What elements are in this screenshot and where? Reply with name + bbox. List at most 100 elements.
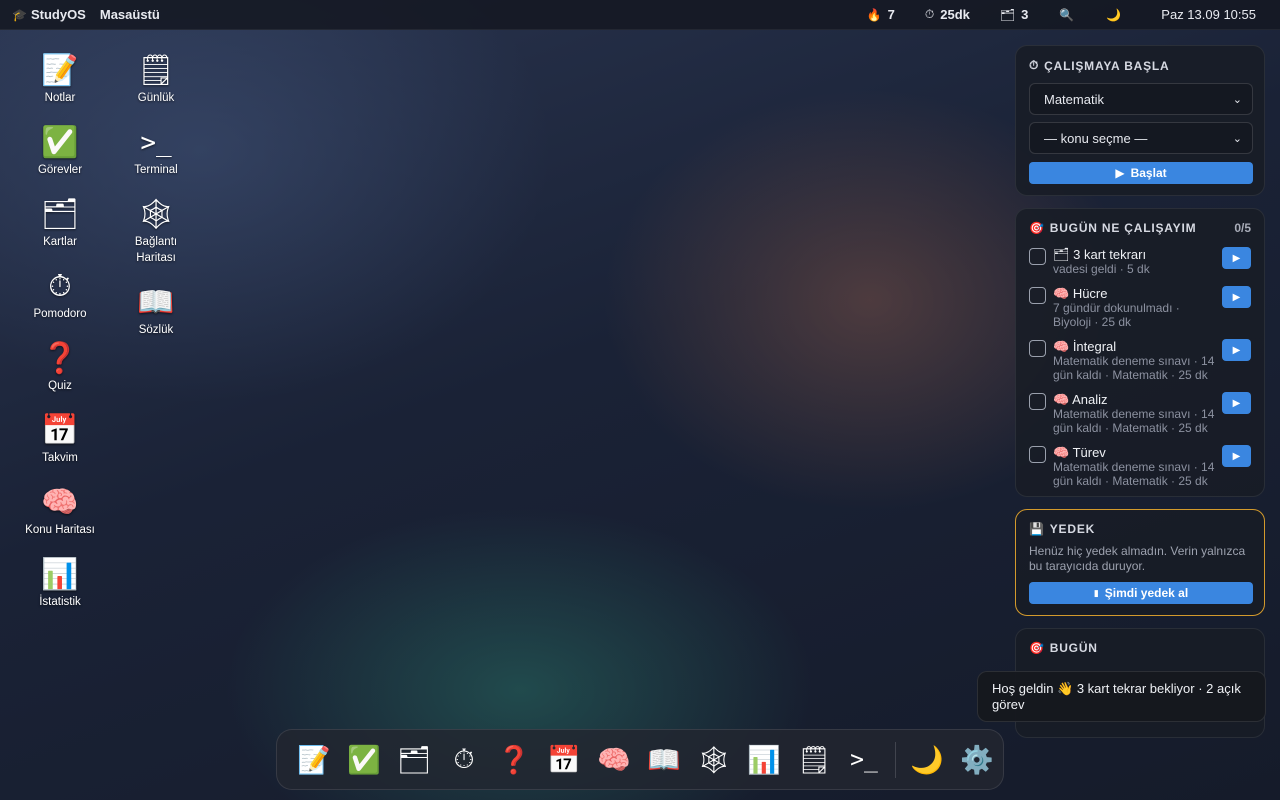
bar-chart-icon: 📊 [41, 558, 79, 591]
start-study-panel: ⏱ ÇALIŞMAYA BAŞLA Matematik ⌄ — konu seç… [1015, 45, 1265, 196]
desktop-icon-notes[interactable]: 📝 Notlar [12, 52, 108, 106]
question-mark-icon: ❓ [41, 342, 79, 375]
brain-icon: 🧠 [1053, 445, 1070, 460]
dock-pomodoro[interactable]: ⏱ [439, 735, 489, 785]
stopwatch-icon: ⏱ [924, 7, 935, 21]
desktop-icon-topic-map[interactable]: 🧠 Konu Haritası [12, 484, 108, 538]
dock-dictionary[interactable]: 📖 [639, 735, 689, 785]
spider-web-icon: 🕸 [136, 198, 176, 231]
dock-statistics[interactable]: 📊 [739, 735, 789, 785]
task-name: Analiz [1072, 392, 1108, 407]
task-name: İntegral [1072, 339, 1117, 354]
moon-icon: 🌙 [1106, 7, 1122, 22]
calendar-icon: 📅 [41, 414, 79, 447]
desktop-icon-label: Terminal [134, 164, 178, 176]
dock-calendar[interactable]: 📅 [539, 735, 589, 785]
topic-select[interactable]: — konu seçme — ⌄ [1029, 122, 1253, 154]
brain-icon: 🧠 [41, 486, 79, 519]
task-checkbox[interactable] [1029, 287, 1046, 304]
chevron-down-icon: ⌄ [1232, 93, 1242, 106]
desktop-icon-tasks[interactable]: ✅ Görevler [12, 124, 108, 178]
card-index-icon: 🗂 [1053, 247, 1070, 262]
play-icon: ▶ [1115, 166, 1125, 180]
brand-label: StudyOS [30, 7, 86, 22]
backup-panel: 💾 YEDEK Henüz hiç yedek almadın. Verin y… [1015, 509, 1265, 616]
welcome-toast[interactable]: Hoş geldin 👋 3 kart tekrar bekliyor · 2 … [977, 671, 1266, 722]
dock-tasks[interactable]: ✅ [339, 735, 389, 785]
dock-separator [895, 741, 896, 778]
dock-journal[interactable]: 🗒 [789, 735, 839, 785]
card-index-icon: 🗂 [40, 198, 80, 231]
task-play-button[interactable]: ▶ [1222, 286, 1251, 308]
dock-theme-toggle[interactable]: 🌙 [902, 735, 952, 785]
subject-value: Matematik [1044, 91, 1104, 107]
stopwatch-icon: ⏱ [48, 270, 72, 303]
dock-terminal[interactable]: >_ [839, 735, 889, 785]
download-icon: ▮ [1093, 587, 1099, 598]
desktop-icon-terminal[interactable]: >_ Terminal [108, 124, 204, 178]
desktop-icon-dictionary[interactable]: 📖 Sözlük [108, 284, 204, 338]
clock: Paz 13.09 10:55 [1161, 7, 1256, 22]
task-play-button[interactable]: ▶ [1222, 445, 1251, 467]
start-button[interactable]: ▶ Başlat [1029, 162, 1253, 184]
task-checkbox[interactable] [1029, 248, 1046, 265]
search-icon: 🔍 [1059, 7, 1075, 22]
desktop-icon-label: Notlar [44, 92, 76, 104]
backup-button-label: Şimdi yedek al [1104, 586, 1189, 600]
study-time-value: 25dk [940, 7, 970, 22]
task-detail: Matematik deneme sınavı · 14 gün kaldı ·… [1053, 407, 1215, 435]
play-icon: ▶ [1232, 397, 1241, 409]
task-checkbox[interactable] [1029, 340, 1046, 357]
desktop-icon-pomodoro[interactable]: ⏱ Pomodoro [12, 268, 108, 322]
study-time-indicator[interactable]: ⏱ 25dk [910, 0, 985, 30]
subject-select[interactable]: Matematik ⌄ [1029, 83, 1253, 115]
dock-notes[interactable]: 📝 [289, 735, 339, 785]
desktop-icon-label: Günlük [137, 92, 175, 104]
dock-link-map[interactable]: 🕸 [689, 735, 739, 785]
streak-indicator[interactable]: 🔥 7 [852, 0, 910, 30]
today-study-panel: 🎯 BUGÜN NE ÇALIŞAYIM 0/5 🗂 3 kart tekrar… [1015, 208, 1265, 497]
task-play-button[interactable]: ▶ [1222, 339, 1251, 361]
today-stats-title: BUGÜN [1049, 641, 1098, 655]
search-button[interactable]: 🔍 [1043, 0, 1090, 30]
desktop-icon-cards[interactable]: 🗂 Kartlar [12, 196, 108, 250]
task-detail: Matematik deneme sınavı · 14 gün kaldı ·… [1053, 460, 1215, 488]
backup-title: YEDEK [1049, 522, 1096, 536]
dock-settings[interactable]: ⚙️ [952, 735, 1002, 785]
theme-toggle[interactable]: 🌙 [1090, 0, 1137, 30]
desktop-icon-calendar[interactable]: 📅 Takvim [12, 412, 108, 466]
desktop-icon-label: Kartlar [43, 236, 77, 248]
desktop-icon-journal[interactable]: 🗒 Günlük [108, 52, 204, 106]
cards-indicator[interactable]: 🗂 3 [985, 0, 1043, 30]
dock-cards[interactable]: 🗂 [389, 735, 439, 785]
desktop-icon-quiz[interactable]: ❓ Quiz [12, 340, 108, 394]
task-item: 🧠 İntegral Matematik deneme sınavı · 14 … [1029, 339, 1251, 382]
dock-quiz[interactable]: ❓ [489, 735, 539, 785]
dock: 📝 ✅ 🗂 ⏱ ❓ 📅 🧠 📖 🕸 📊 🗒 >_ 🌙 ⚙️ [276, 729, 1004, 790]
task-checkbox[interactable] [1029, 393, 1046, 410]
desktop-icon-label: Bağlantı Haritası [134, 236, 178, 264]
topic-value: — konu seçme — [1044, 130, 1148, 146]
panel-title: 🎯 BUGÜN NE ÇALIŞAYIM 0/5 [1029, 221, 1251, 235]
desktop-icon-statistics[interactable]: 📊 İstatistik [12, 556, 108, 610]
start-button-label: Başlat [1130, 166, 1167, 180]
panel-title: 🎯 BUGÜN [1029, 641, 1251, 655]
panel-title: ⏱ ÇALIŞMAYA BAŞLA [1029, 58, 1251, 73]
card-index-icon: 🗂 [999, 7, 1016, 22]
task-play-button[interactable]: ▶ [1222, 392, 1251, 414]
backup-description: Henüz hiç yedek almadın. Verin yalnızca … [1029, 544, 1246, 573]
task-checkbox[interactable] [1029, 446, 1046, 463]
brain-icon: 🧠 [1053, 339, 1070, 354]
task-play-button[interactable]: ▶ [1222, 247, 1251, 269]
backup-now-button[interactable]: ▮ Şimdi yedek al [1029, 582, 1253, 604]
dock-topic-map[interactable]: 🧠 [589, 735, 639, 785]
start-study-title: ÇALIŞMAYA BAŞLA [1044, 58, 1170, 73]
desktop-icon-link-map[interactable]: 🕸 Bağlantı Haritası [108, 196, 204, 266]
desktop-icon-label: Konu Haritası [25, 524, 95, 536]
brain-icon: 🧠 [1053, 286, 1070, 301]
task-item: 🧠 Analiz Matematik deneme sınavı · 14 gü… [1029, 392, 1251, 435]
desktop-menu[interactable]: Masaüstü [100, 7, 160, 22]
play-icon: ▶ [1232, 252, 1241, 264]
brand[interactable]: 🎓 StudyOS [12, 7, 86, 22]
task-item: 🧠 Hücre 7 gündür dokunulmadı · Biyoloji … [1029, 286, 1251, 329]
